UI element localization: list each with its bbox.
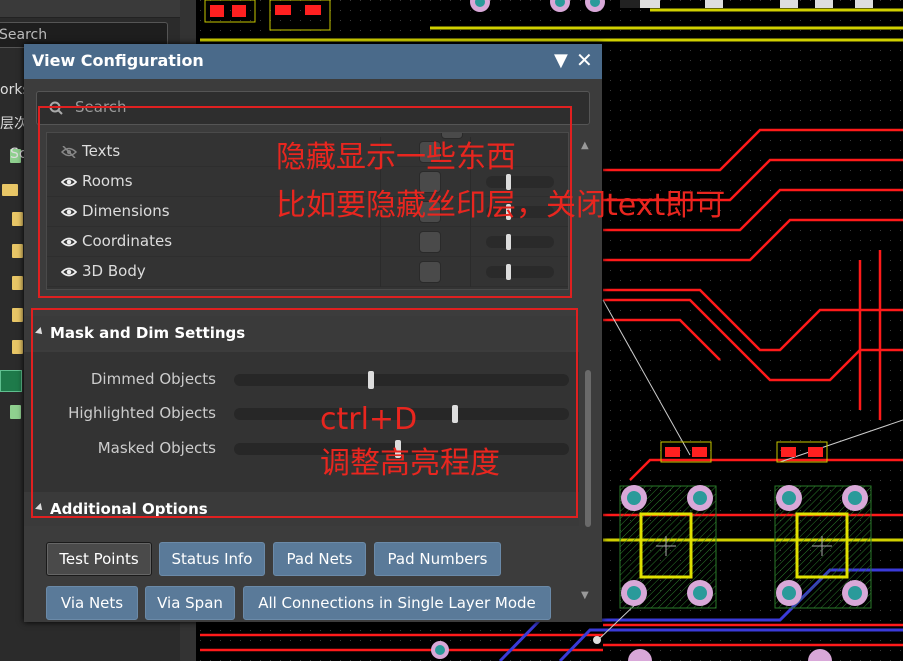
- folder-icon[interactable]: [12, 244, 23, 258]
- folder-icon[interactable]: [12, 340, 23, 354]
- annotation-note-2-line-2: 调整高亮程度: [320, 446, 500, 481]
- test-points-toggle[interactable]: Test Points: [46, 542, 152, 576]
- pad-nets-toggle[interactable]: Pad Nets: [273, 542, 366, 576]
- annotation-note-2-line-1: ctrl+D: [320, 402, 418, 437]
- folder-icon[interactable]: [2, 184, 18, 196]
- annotation-note-1-line-2: 比如要隐藏丝印层，关闭text即可: [276, 188, 726, 223]
- via-nets-toggle[interactable]: Via Nets: [46, 586, 138, 620]
- pcb-footprint-1: [619, 485, 717, 609]
- document-icon: [10, 405, 21, 419]
- option-buttons-row-1: Test Points Status Info Pad Nets Pad Num…: [24, 542, 584, 582]
- annotation-box-mask-dim: [31, 308, 578, 518]
- folder-icon[interactable]: [12, 308, 23, 322]
- folder-icon[interactable]: [12, 212, 23, 226]
- panel-scrollbar-thumb[interactable]: [585, 370, 591, 527]
- scroll-up-icon[interactable]: ▲: [581, 140, 589, 151]
- board-icon[interactable]: [0, 370, 22, 392]
- folder-icon[interactable]: [12, 276, 23, 290]
- close-icon[interactable]: ✕: [576, 48, 593, 72]
- annotation-note-1-line-1: 隐藏显示一些东西: [276, 140, 516, 175]
- projects-toolbar: [0, 0, 196, 18]
- pad-numbers-toggle[interactable]: Pad Numbers: [374, 542, 501, 576]
- all-connections-single-layer-toggle[interactable]: All Connections in Single Layer Mode: [243, 586, 551, 620]
- panel-menu-dropdown-icon[interactable]: ▼: [554, 50, 568, 71]
- panel-title: View Configuration: [32, 51, 204, 70]
- pcb-footprint-2: [774, 485, 872, 609]
- option-buttons-row-2: Via Nets Via Span All Connections in Sin…: [24, 586, 584, 622]
- panel-titlebar[interactable]: View Configuration ▼ ✕: [24, 44, 602, 79]
- via-span-toggle[interactable]: Via Span: [145, 586, 235, 620]
- status-info-toggle[interactable]: Status Info: [159, 542, 265, 576]
